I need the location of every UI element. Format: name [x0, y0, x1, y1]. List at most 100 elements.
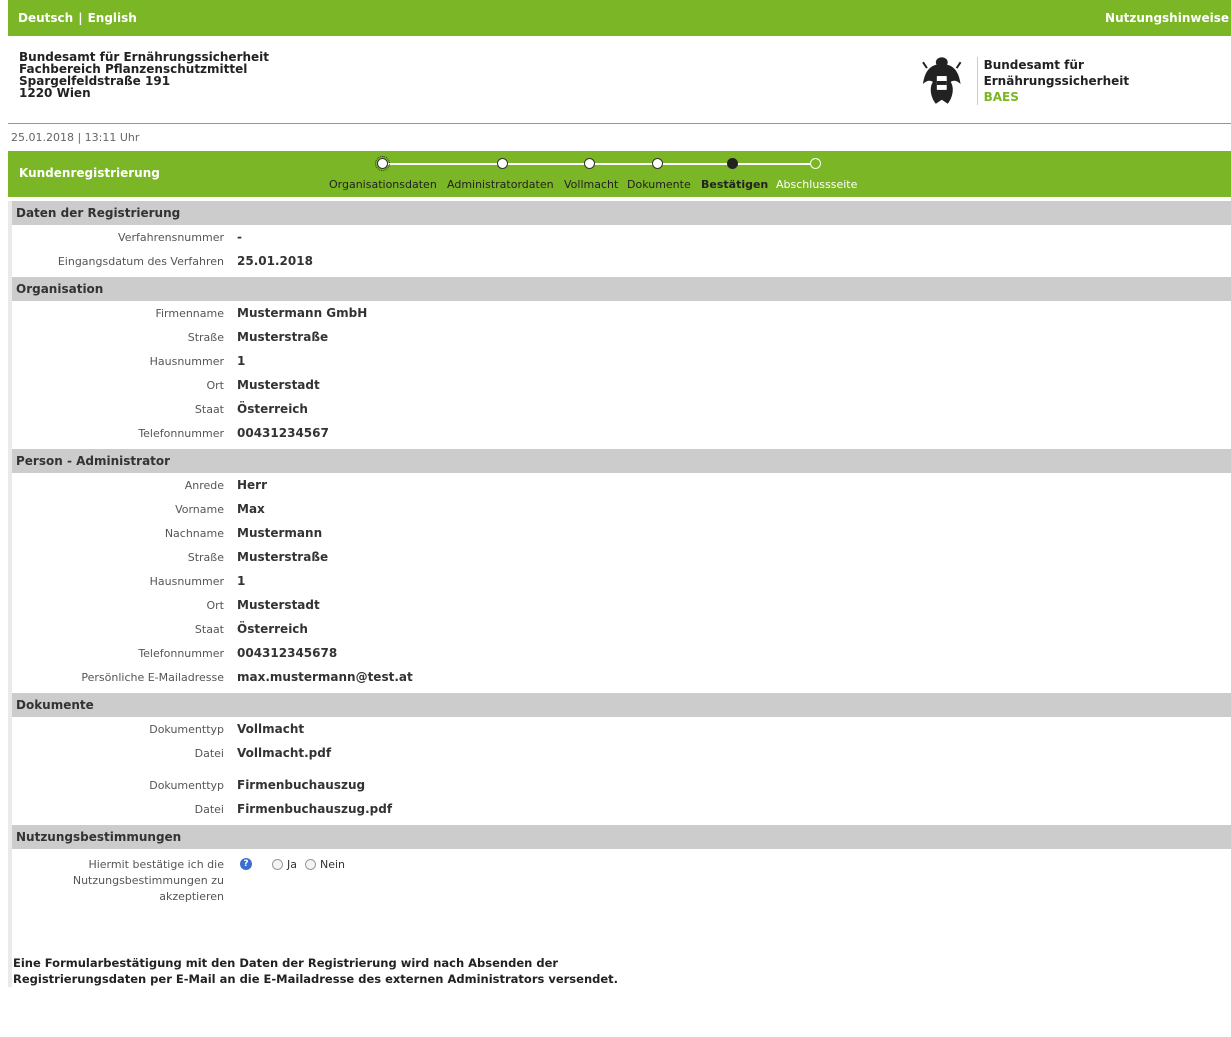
field-value: Musterstadt	[237, 378, 320, 392]
wizard-step-dot[interactable]	[584, 158, 595, 169]
field-label: Staat	[194, 402, 224, 416]
document-group-gap	[12, 765, 1231, 773]
terms-consent: Hiermit bestätige ich die Nutzungsbestim…	[12, 857, 1231, 905]
row-admin: Straße Musterstraße	[12, 545, 1231, 569]
terms-yes-label: Ja	[287, 858, 297, 871]
row-organisation: Firmenname Mustermann GmbH	[12, 301, 1231, 325]
section-documents: Dokumenttyp Vollmacht Datei Vollmacht.pdf Do…	[12, 717, 1231, 821]
field-value: 1	[237, 354, 246, 368]
field-label: Datei	[194, 746, 224, 760]
field-label: Dokumenttyp	[149, 778, 224, 792]
austrian-eagle-icon	[922, 57, 962, 104]
field-value: Mustermann	[237, 526, 323, 540]
field-value: Herr	[237, 478, 268, 492]
section-organisation-header: Organisation	[12, 277, 1231, 301]
field-label: Eingangsdatum des Verfahren	[57, 254, 224, 268]
section-admin-header: Person - Administrator	[12, 449, 1231, 473]
terms-yes-radio[interactable]: Ja	[272, 858, 297, 871]
field-label: Nachname	[164, 526, 224, 540]
note-line: Registrierungsdaten per E-Mail an die E-…	[13, 972, 619, 986]
row-admin: Staat Österreich	[12, 617, 1231, 641]
summary-content: Daten der Registrierung Verfahrensnummer…	[8, 201, 1231, 987]
field-label: Straße	[187, 550, 224, 564]
top-bar: Deutsch | English Nutzungshinweise	[8, 0, 1231, 36]
field-label: Persönliche E-Mailadresse	[81, 670, 224, 684]
field-value: Musterstraße	[237, 550, 329, 564]
field-value: 25.01.2018	[237, 254, 313, 268]
row-admin: Ort Musterstadt	[12, 593, 1231, 617]
wizard-step-dot	[727, 158, 738, 169]
row-admin: Persönliche E-Mailadresse max.mustermann@…	[12, 665, 1231, 689]
lang-separator: |	[78, 11, 83, 25]
field-label: Hausnummer	[149, 354, 224, 368]
radio-circle[interactable]	[272, 859, 283, 870]
note-line: Eine Formularbestätigung mit den Daten d…	[13, 956, 559, 970]
field-value: 00431234567	[237, 426, 329, 440]
field-value: Firmenbuchauszug.pdf	[237, 802, 393, 816]
field-label: Telefonnummer	[138, 426, 224, 440]
wizard-title: Kundenregistrierung	[19, 166, 160, 180]
section-terms-header: Nutzungsbestimmungen	[12, 825, 1231, 849]
field-value: 004312345678	[237, 646, 338, 660]
row-registration: Verfahrensnummer -	[12, 225, 1231, 249]
field-value: Max	[237, 502, 265, 516]
row-admin: Telefonnummer 004312345678	[12, 641, 1231, 665]
field-label: Ort	[206, 598, 225, 612]
field-label: Firmenname	[155, 306, 224, 320]
wizard-step-dot[interactable]	[652, 158, 663, 169]
field-value: Vollmacht	[237, 722, 305, 736]
row-admin: Vorname Max	[12, 497, 1231, 521]
field-label: Hausnummer	[149, 574, 224, 588]
row-document: Dokumenttyp Firmenbuchauszug	[12, 773, 1231, 797]
section-admin: Anrede Herr Vorname Max Nachname Mustermann St…	[12, 473, 1231, 689]
field-value: 1	[237, 574, 246, 588]
lang-english-link[interactable]: English	[88, 11, 137, 25]
wizard-step-dot[interactable]	[375, 156, 390, 171]
row-admin: Nachname Mustermann	[12, 521, 1231, 545]
field-value: -	[237, 230, 242, 244]
terms-no-radio[interactable]: Nein	[305, 858, 345, 871]
brand-text: Bundesamt für Ernährungssicherheit BAES	[976, 57, 1231, 105]
row-organisation: Hausnummer 1	[12, 349, 1231, 373]
wizard-step-label[interactable]: Vollmacht	[564, 178, 618, 191]
terms-label-line: Hiermit bestätige ich die	[88, 858, 224, 871]
wizard-step-label[interactable]: Administratordaten	[447, 178, 554, 191]
wizard-step-label[interactable]: Organisationsdaten	[329, 178, 437, 191]
agency-header: Bundesamt für Ernährungssicherheit Fachb…	[8, 36, 1231, 124]
field-label: Straße	[187, 330, 224, 344]
wizard-bar: Kundenregistrierung Organisationsdaten Ad…	[8, 151, 1231, 197]
field-value: Österreich	[237, 622, 308, 636]
row-document: Dokumenttyp Vollmacht	[12, 717, 1231, 741]
radio-circle[interactable]	[305, 859, 316, 870]
section-documents-header: Dokumente	[12, 693, 1231, 717]
field-value: Vollmacht.pdf	[237, 746, 332, 760]
row-admin: Anrede Herr	[12, 473, 1231, 497]
help-info-icon[interactable]: ?	[240, 858, 252, 870]
row-organisation: Straße Musterstraße	[12, 325, 1231, 349]
lang-german-link[interactable]: Deutsch	[18, 11, 73, 25]
row-document: Datei Vollmacht.pdf	[12, 741, 1231, 765]
wizard-step-label: Bestätigen	[701, 178, 769, 191]
field-value: Mustermann GmbH	[237, 306, 368, 320]
field-label: Telefonnummer	[138, 646, 224, 660]
brand-name: Bundesamt für Ernährungssicherheit	[983, 58, 1130, 88]
wizard-step-dot	[810, 158, 821, 169]
field-label: Vorname	[175, 502, 224, 516]
confirmation-note: Eine Formularbestätigung mit den Daten d…	[12, 955, 1231, 987]
field-value: Musterstadt	[237, 598, 320, 612]
wizard-step-dot[interactable]	[497, 158, 508, 169]
wizard-step-label: Abschlussseite	[776, 178, 858, 191]
field-label: Datei	[194, 802, 224, 816]
terms-controls: ? Ja Nein	[240, 857, 353, 905]
row-document: Datei Firmenbuchauszug.pdf	[12, 797, 1231, 821]
field-value: Österreich	[237, 402, 308, 416]
wizard-step-label[interactable]: Dokumente	[627, 178, 691, 191]
field-label: Verfahrensnummer	[118, 230, 224, 244]
usage-notes-link[interactable]: Nutzungshinweise	[1105, 11, 1231, 25]
language-switch: Deutsch | English	[18, 11, 137, 25]
row-admin: Hausnummer 1	[12, 569, 1231, 593]
section-organisation: Firmenname Mustermann GmbH Straße Musterstr…	[12, 301, 1231, 445]
terms-label-line: Nutzungsbestimmungen zu	[72, 874, 224, 887]
date-time: 25.01.2018 | 13:11 Uhr	[11, 131, 140, 144]
section-registration-header: Daten der Registrierung	[12, 201, 1231, 225]
